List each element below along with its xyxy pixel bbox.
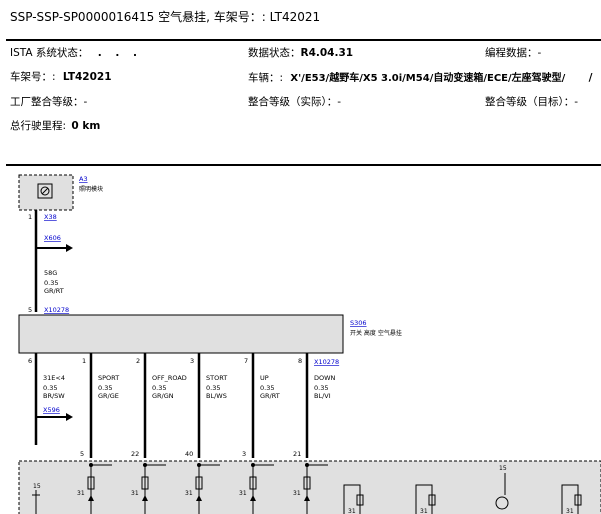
switch-s306[interactable] <box>18 314 344 354</box>
pin-1-label: 1 <box>28 213 32 221</box>
data-status-value: R4.04.31 <box>300 47 354 59</box>
mileage-label: 总行驶里程: <box>10 120 67 132</box>
page-title: SSP-SSP-SP0000016415 空气悬挂, 车架号：: LT42021 <box>10 10 321 24</box>
actual-level-value: - <box>337 96 342 108</box>
output-color: BL/WS <box>206 392 227 400</box>
target-level: 整合等级（目标）：- <box>485 94 578 109</box>
wire-58g-color: GR/RT <box>44 287 64 295</box>
output-size: 0.35 <box>260 384 274 392</box>
switch-s306-name: 开关 高度 空气悬挂 <box>350 329 402 337</box>
output-name: DOWN <box>314 374 336 382</box>
vin: 车架号：: LT42021 <box>10 69 112 84</box>
connector-x38-link[interactable]: X38 <box>44 213 57 221</box>
actual-level: 整合等级（实际）：- <box>248 94 341 109</box>
output-name: SPORT <box>98 374 119 382</box>
lower-pin-31-label: 31 <box>77 490 85 497</box>
arrow-right-icon <box>36 244 73 252</box>
connector-x606-link[interactable]: X606 <box>44 234 61 242</box>
programming-data-label: 编程数据： <box>485 47 538 59</box>
output-bottom-pin: 5 <box>80 450 84 458</box>
wire-58g-size: 0.35 <box>44 279 58 287</box>
output-pin: 1 <box>82 357 86 365</box>
lower-pin-31-label: 31 <box>293 490 301 497</box>
output-pin: 2 <box>136 357 140 365</box>
module-a3[interactable] <box>18 174 74 211</box>
output-name: OFF_ROAD <box>152 374 187 382</box>
output-color: BL/VI <box>314 392 331 400</box>
output-size: 0.35 <box>206 384 220 392</box>
programming-data: 编程数据：- <box>485 45 541 60</box>
output-size: 0.35 <box>314 384 328 392</box>
vin-label: 车架号：: <box>10 71 56 83</box>
output-size: 0.35 <box>98 384 112 392</box>
ista-status: ISTA 系统状态： . . . <box>10 45 142 60</box>
header-divider <box>6 39 601 41</box>
output-bottom-pin: 3 <box>242 450 246 458</box>
factory-level: 工厂整合等级：- <box>10 94 87 109</box>
output-name: UP <box>260 374 269 382</box>
output-size: 0.35 <box>152 384 166 392</box>
lower-pin-31-label: 31 <box>131 490 139 497</box>
lower-pin-31-label: 31 <box>185 490 193 497</box>
lower-pin-31-label: 31 <box>348 508 356 514</box>
actual-level-label: 整合等级（实际）： <box>248 96 338 108</box>
output-color: GR/GN <box>152 392 174 400</box>
output-size: 0.35 <box>43 384 57 392</box>
switch-s306-link[interactable]: S306 <box>350 319 367 327</box>
vehicle-tail: / <box>588 72 593 84</box>
data-status: 数据状态：R4.04.31 <box>248 45 353 60</box>
vehicle-value: X'/E53/越野车/X5 3.0i/M54/自动变速箱/ECE/左座驾驶型/ <box>290 73 566 84</box>
mileage-value: 0 km <box>71 120 101 132</box>
wiring-diagram: A3 照明模块 1 X38 X606 58G 0.35 GR/RT 5 X102… <box>18 174 601 514</box>
output-color: GR/RT <box>260 392 280 400</box>
arrow-right-icon <box>36 413 73 421</box>
output-color: GR/GE <box>98 392 119 400</box>
output-bottom-pin: 40 <box>185 450 193 458</box>
lower-pin-15-label: 15 <box>33 483 41 490</box>
output-color: BR/SW <box>43 392 65 400</box>
connector-x10278-right-link[interactable]: X10278 <box>314 358 339 366</box>
lower-pin-15-label: 15 <box>499 465 507 472</box>
vehicle: 车辆：: X'/E53/越野车/X5 3.0i/M54/自动变速箱/ECE/左座… <box>248 69 592 85</box>
lower-pin-31-label: 31 <box>566 508 574 514</box>
target-level-value: - <box>574 96 579 108</box>
programming-data-value: - <box>537 47 542 59</box>
output-bottom-pin: 22 <box>131 450 139 458</box>
output-pin: 3 <box>190 357 194 365</box>
lower-pin-31-label: 31 <box>420 508 428 514</box>
module-a3-name: 照明模块 <box>79 185 103 193</box>
wire-58g-name: 58G <box>44 269 57 277</box>
connector-x10278-top-link[interactable]: X10278 <box>44 306 69 314</box>
output-name: STORT <box>206 374 227 382</box>
mileage: 总行驶里程: 0 km <box>10 118 100 133</box>
ista-status-label: ISTA 系统状态： <box>10 47 89 59</box>
pin-5-top-label: 5 <box>28 306 32 314</box>
output-pin: 8 <box>298 357 302 365</box>
data-status-label: 数据状态： <box>248 47 301 59</box>
connector-x596-link[interactable]: X596 <box>43 406 60 414</box>
output-pin: 6 <box>28 357 32 365</box>
module-a3-link[interactable]: A3 <box>79 175 88 183</box>
target-level-label: 整合等级（目标）： <box>485 96 575 108</box>
factory-level-value: - <box>83 96 88 108</box>
output-bottom-pin: 21 <box>293 450 301 458</box>
output-name: 31E<4 <box>43 374 65 382</box>
output-pin: 7 <box>244 357 248 365</box>
vehicle-label: 车辆：: <box>248 72 284 84</box>
factory-level-label: 工厂整合等级： <box>10 96 84 108</box>
ista-status-value: . . . <box>97 47 143 59</box>
lower-pin-31-label: 31 <box>239 490 247 497</box>
vin-value: LT42021 <box>62 71 112 83</box>
